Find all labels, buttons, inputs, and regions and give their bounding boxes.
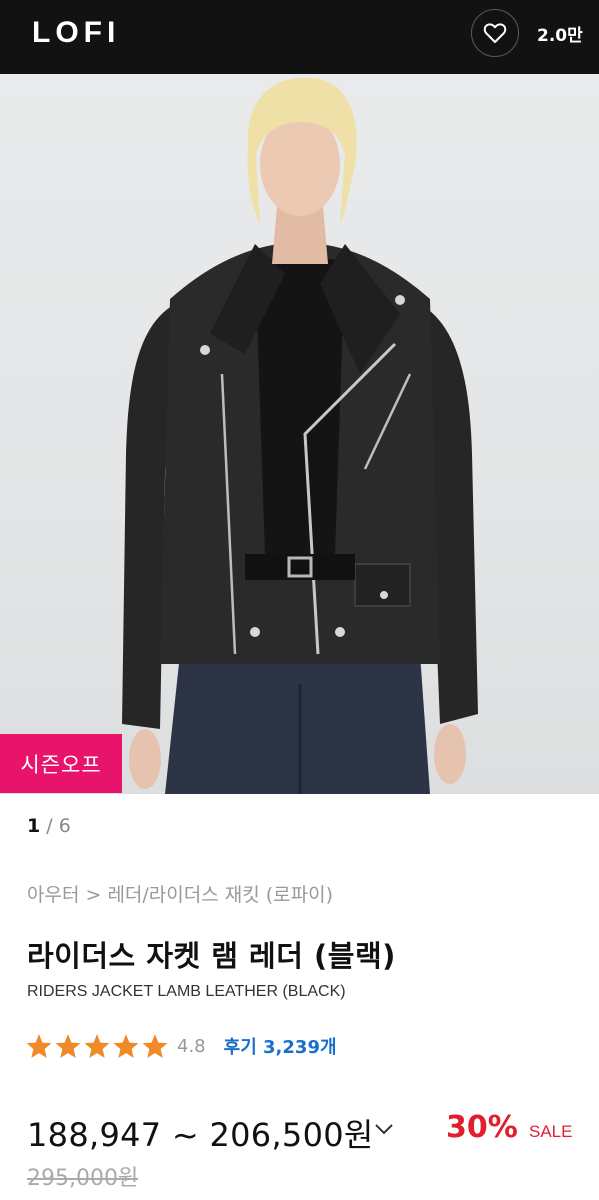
star-icon [26,1034,52,1058]
review-count-link[interactable]: 후기 3,239개 [224,1033,337,1059]
star-icon [55,1034,81,1058]
discount-rate: 30% [446,1110,518,1145]
heart-icon [483,23,507,43]
like-count: 2.0만 [537,26,583,46]
season-off-badge: 시즌오프 [0,734,122,793]
like-button[interactable] [471,9,519,57]
star-icon [84,1034,110,1058]
current-image-number: 1 [27,815,41,837]
product-english-title: RIDERS JACKET LAMB LEATHER (BLACK) [27,983,346,1000]
star-rating [25,1033,170,1059]
image-counter: 1 / 6 [27,815,71,837]
original-price: 295,000원 [27,1166,139,1191]
image-counter-separator: / [40,815,59,837]
product-title: 라이더스 자켓 램 레더 (블랙) [27,939,396,973]
brand-logo[interactable]: LOFI [32,16,120,50]
product-image[interactable] [0,74,599,794]
top-header: LOFI 2.0만 [0,0,599,74]
rating-row: 4.8 후기 3,239개 [25,1033,337,1059]
rating-score: 4.8 [177,1035,206,1057]
price-range: 188,947 ~ 206,500원 [27,1116,374,1154]
category-breadcrumb[interactable]: 아우터 > 레더/라이더스 재킷 (로파이) [27,880,333,907]
total-image-number: 6 [58,815,71,837]
star-icon [142,1034,168,1058]
chevron-down-icon[interactable] [373,1122,395,1136]
product-photo-illustration [122,77,478,794]
star-icon [113,1034,139,1058]
sale-label: SALE [529,1122,573,1141]
